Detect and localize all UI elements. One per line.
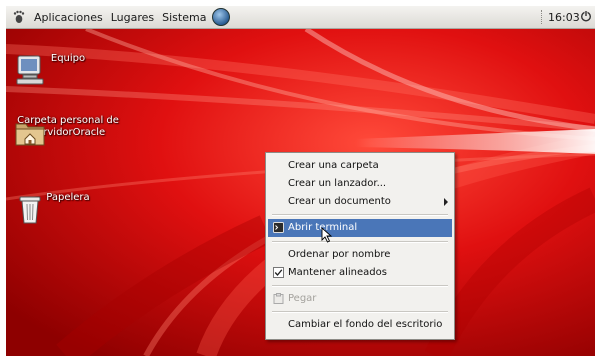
desktop-icon-home[interactable]: Carpeta personal de ServidorOracle [13, 115, 123, 146]
menu-item-label: Ordenar por nombre [288, 249, 391, 260]
menu-item-crear-documento[interactable]: Crear un documento [268, 193, 452, 211]
checkbox-checked-icon[interactable] [273, 267, 284, 278]
screen: Aplicaciones Lugares Sistema 16:03 Equip… [6, 6, 595, 356]
menu-separator [272, 285, 448, 287]
submenu-arrow-icon [444, 198, 448, 206]
power-icon[interactable] [580, 10, 592, 22]
menu-item-label: Mantener alineados [288, 267, 387, 278]
menu-lugares[interactable]: Lugares [107, 6, 158, 28]
menu-item-label: Crear un lanzador... [288, 178, 387, 189]
menu-sistema[interactable]: Sistema [158, 6, 210, 28]
panel-separator [541, 10, 544, 24]
home-folder-icon [15, 123, 45, 146]
web-browser-icon[interactable] [212, 8, 231, 26]
menu-item-ordenar-nombre[interactable]: Ordenar por nombre [268, 246, 452, 264]
desktop-icon-papelera[interactable]: Papelera [13, 192, 123, 224]
paste-icon [273, 293, 284, 304]
menu-separator [272, 214, 448, 216]
gnome-foot-icon[interactable] [6, 6, 30, 28]
menu-item-mantener-alineados[interactable]: Mantener alineados [268, 264, 452, 282]
menu-item-cambiar-fondo[interactable]: Cambiar el fondo del escritorio [268, 316, 452, 334]
menu-item-pegar[interactable]: Pegar [268, 290, 452, 308]
computer-icon [16, 55, 44, 85]
mouse-cursor-icon [321, 227, 333, 243]
menu-item-label: Cambiar el fondo del escritorio [288, 319, 443, 330]
menu-aplicaciones[interactable]: Aplicaciones [30, 6, 107, 28]
trash-icon [19, 196, 41, 224]
menu-item-crear-lanzador[interactable]: Crear un lanzador... [268, 175, 452, 193]
top-panel: Aplicaciones Lugares Sistema 16:03 [6, 6, 595, 29]
menu-item-label: Pegar [288, 293, 317, 304]
menu-separator [272, 311, 448, 313]
menu-item-abrir-terminal[interactable]: Abrir terminal [268, 219, 452, 237]
clock[interactable]: 16:03 [548, 6, 580, 28]
desktop-context-menu: Crear una carpeta Crear un lanzador... C… [265, 152, 455, 340]
terminal-icon [273, 222, 284, 233]
menu-item-label: Crear un documento [288, 196, 391, 207]
menu-separator [272, 241, 448, 243]
menu-item-label: Crear una carpeta [288, 160, 379, 171]
menu-item-crear-carpeta[interactable]: Crear una carpeta [268, 157, 452, 175]
desktop-icon-equipo[interactable]: Equipo [13, 53, 123, 85]
